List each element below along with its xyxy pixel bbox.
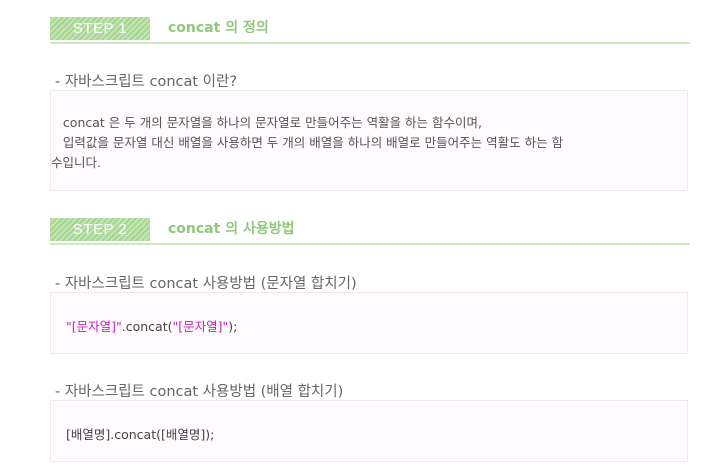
code-end: ); bbox=[228, 319, 238, 334]
array-concat-code-box: [배열명].concat([배열명]); bbox=[50, 400, 688, 462]
step2-badge: STEP 2 bbox=[50, 218, 150, 241]
step1-header: STEP 1 concat 의 정의 bbox=[50, 17, 690, 44]
step2-title: concat 의 사용방법 bbox=[168, 221, 295, 237]
code-concat-call: .concat( bbox=[121, 319, 173, 334]
step1-title: concat 의 정의 bbox=[168, 20, 269, 36]
step1-badge: STEP 1 bbox=[50, 17, 150, 40]
section2-heading: - 자바스크립트 concat 사용방법 (문자열 합치기) bbox=[55, 276, 357, 292]
section3-heading: - 자바스크립트 concat 사용방법 (배열 합치기) bbox=[55, 384, 344, 400]
definition-line-2: 입력값을 문자열 대신 배열을 사용하면 두 개의 배열을 하나의 배열로 만들… bbox=[51, 135, 564, 150]
definition-line-1: concat 은 두 개의 문자열을 하나의 문자열로 만들어주는 역활을 하는… bbox=[51, 115, 483, 130]
code-string-literal-2: "[문자열]" bbox=[172, 319, 229, 334]
string-concat-code-box: "[문자열]".concat("[문자열]"); bbox=[50, 292, 688, 354]
step2-header: STEP 2 concat 의 사용방법 bbox=[50, 218, 690, 245]
definition-box: concat 은 두 개의 문자열을 하나의 문자열로 만들어주는 역활을 하는… bbox=[50, 90, 688, 191]
section1-heading: - 자바스크립트 concat 이란? bbox=[55, 74, 238, 90]
definition-line-3: 수입니다. bbox=[51, 155, 101, 170]
code-string-literal-1: "[문자열]" bbox=[66, 319, 122, 334]
array-concat-code: [배열명].concat([배열명]); bbox=[66, 427, 215, 442]
string-concat-code: "[문자열]".concat("[문자열]"); bbox=[66, 316, 237, 335]
